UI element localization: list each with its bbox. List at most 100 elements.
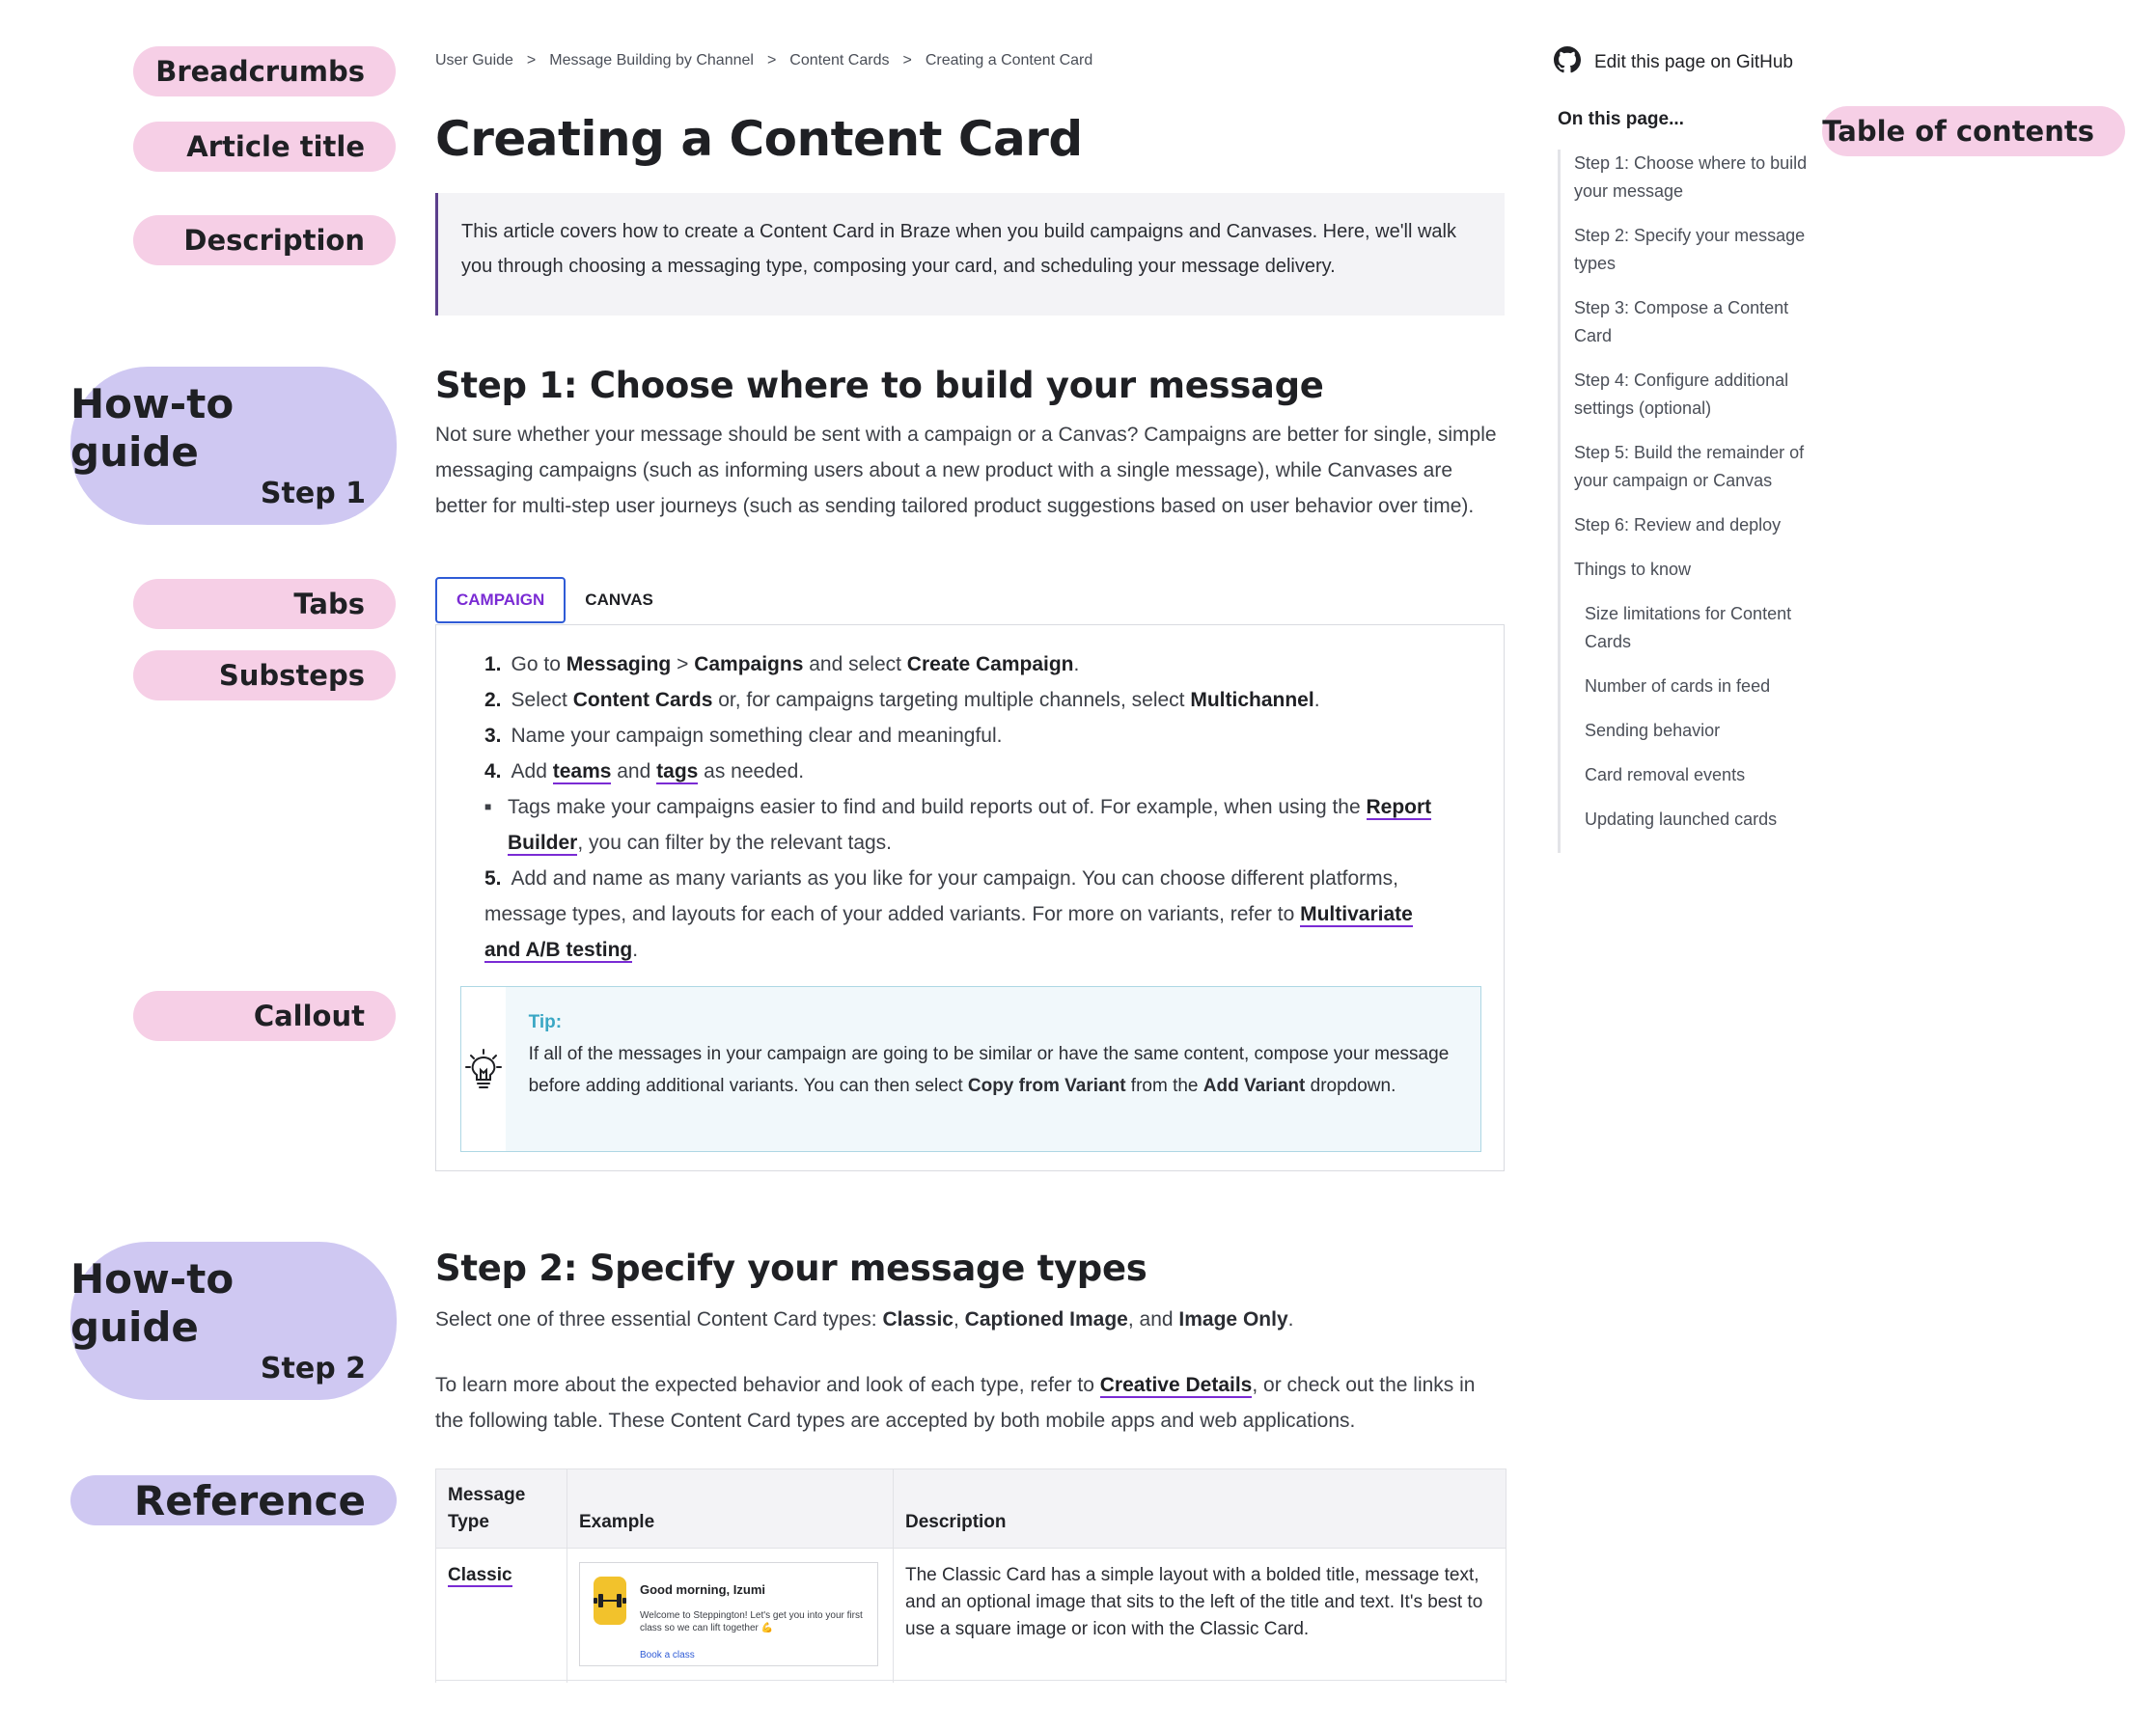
substep-item: 3. Name your campaign something clear and… (484, 718, 1450, 754)
creative-details-link[interactable]: Creative Details (1099, 1374, 1253, 1398)
breadcrumb-separator: > (902, 52, 912, 69)
example-text: Welcome to Steppington! Let's get you in… (640, 1610, 863, 1633)
table-cell: Good morning, Izumi Welcome to Steppingt… (567, 1548, 894, 1681)
tab-bar: CAMPAIGN CANVAS (435, 577, 673, 623)
tip-callout: Tip: If all of the messages in your camp… (460, 986, 1481, 1152)
text: Tags make your campaigns easier to find … (508, 796, 1367, 818)
text: . (1287, 1308, 1294, 1331)
annotation-substeps: Substeps (133, 650, 396, 700)
table-cell: The Classic Card has a simple layout wit… (893, 1548, 1506, 1681)
text: , and (1127, 1308, 1179, 1331)
toc-item-step2[interactable]: Step 2: Specify your message types (1574, 222, 1810, 278)
annotation-label: Substeps (218, 659, 365, 692)
tags-link[interactable]: tags (656, 760, 699, 784)
toc-item-step3[interactable]: Step 3: Compose a Content Card (1574, 294, 1810, 350)
bullet-text: Tags make your campaigns easier to find … (508, 789, 1450, 861)
annotation-article-title: Article title (133, 122, 396, 172)
substep-item: 2. Select Content Cards or, for campaigns… (484, 682, 1450, 718)
text: Add and name as many variants as you lik… (484, 867, 1398, 925)
substep-item: 1. Go to Messaging > Campaigns and select… (484, 646, 1450, 682)
annotation-label: Table of contents (1822, 115, 2094, 148)
edit-on-github-link[interactable]: Edit this page on GitHub (1554, 46, 1793, 79)
text: Select one of three essential Content Ca… (435, 1308, 883, 1331)
substep-item: 4. Add teams and tags as needed. (484, 754, 1450, 789)
substep-number: 5. (484, 867, 502, 890)
text: dropdown. (1305, 1076, 1396, 1096)
substep-item: 5. Add and name as many variants as you l… (484, 861, 1450, 968)
breadcrumb-item[interactable]: Message Building by Channel (549, 52, 754, 69)
annotation-label: Article title (186, 130, 365, 163)
substep-number: 1. (484, 653, 502, 675)
teams-link[interactable]: teams (552, 760, 612, 784)
text: . (632, 939, 639, 961)
annotation-label: Description (183, 224, 365, 257)
tip-body: Tip: If all of the messages in your camp… (506, 987, 1480, 1151)
page-root: Breadcrumbs Article title Description Ho… (0, 0, 2156, 1729)
ui-term: Messaging (566, 653, 672, 675)
ui-term: Copy from Variant (967, 1076, 1126, 1096)
table-row (435, 1680, 1506, 1683)
text: as needed. (698, 760, 805, 782)
example-link: Book a class (640, 1650, 695, 1660)
text: , you can filter by the relevant tags. (577, 832, 893, 854)
step1-heading: Step 1: Choose where to build your messa… (435, 365, 1324, 406)
toc-heading: On this page... (1558, 109, 1684, 129)
annotation-reference: Reference (70, 1475, 397, 1525)
substep-number: 3. (484, 725, 502, 747)
dumbbell-icon (594, 1577, 626, 1625)
text: or, for campaigns targeting multiple cha… (712, 689, 1191, 711)
example-card: Good morning, Izumi Welcome to Steppingt… (579, 1562, 878, 1666)
text: . (1073, 653, 1080, 675)
toc-item-step4[interactable]: Step 4: Configure additional settings (o… (1574, 367, 1810, 423)
ui-term: Add Variant (1202, 1076, 1306, 1096)
ui-term: Classic (882, 1308, 954, 1331)
table-header-row: Message Type Example Description (435, 1468, 1506, 1549)
toc-item-step5[interactable]: Step 5: Build the remainder of your camp… (1574, 439, 1810, 495)
tab-panel: 1. Go to Messaging > Campaigns and select… (435, 624, 1505, 1171)
annotation-sublabel: Step 2 (260, 1352, 366, 1386)
substeps-list: 1. Go to Messaging > Campaigns and select… (484, 646, 1450, 968)
ui-term: Create Campaign (906, 653, 1074, 675)
annotation-howto-step1: How-to guide Step 1 (70, 367, 397, 525)
github-icon (1554, 46, 1581, 79)
breadcrumb-separator: > (766, 52, 777, 69)
tip-text: If all of the messages in your campaign … (529, 1038, 1457, 1102)
text: To learn more about the expected behavio… (435, 1374, 1100, 1396)
tab-campaign[interactable]: CAMPAIGN (435, 577, 567, 623)
annotation-label: How-to guide (70, 1254, 235, 1351)
tab-canvas[interactable]: CANVAS (566, 577, 673, 623)
step1-intro: Not sure whether your message should be … (435, 424, 1497, 517)
annotation-label: Tabs (293, 588, 365, 620)
annotation-label: Callout (253, 1000, 365, 1032)
toc-item-card-removal[interactable]: Card removal events (1574, 761, 1810, 789)
breadcrumb-item[interactable]: User Guide (435, 52, 513, 69)
toc-item-step6[interactable]: Step 6: Review and deploy (1574, 511, 1810, 539)
breadcrumb: User Guide > Message Building by Channel… (435, 52, 1092, 69)
table-cell (893, 1680, 1506, 1683)
table-of-contents: Step 1: Choose where to build your messa… (1558, 150, 1810, 853)
example-content: Good morning, Izumi Welcome to Steppingt… (640, 1577, 864, 1660)
ui-term: Campaigns (694, 653, 804, 675)
classic-link[interactable]: Classic (448, 1565, 512, 1587)
substep-number: 4. (484, 760, 502, 782)
text: > (671, 653, 695, 675)
annotation-callout: Callout (133, 991, 396, 1041)
toc-item-things-to-know[interactable]: Things to know (1574, 556, 1810, 584)
text: from the (1125, 1076, 1203, 1096)
column-header: Message Type (435, 1468, 567, 1549)
table-cell (435, 1680, 567, 1683)
breadcrumb-item[interactable]: Content Cards (789, 52, 889, 69)
toc-item-sending-behavior[interactable]: Sending behavior (1574, 717, 1810, 745)
ui-term: Image Only (1178, 1308, 1288, 1331)
annotation-howto-step2: How-to guide Step 2 (70, 1242, 397, 1400)
toc-item-size-limitations[interactable]: Size limitations for Content Cards (1574, 600, 1810, 656)
github-label: Edit this page on GitHub (1594, 52, 1793, 72)
annotation-tabs: Tabs (133, 579, 396, 629)
toc-item-cards-in-feed[interactable]: Number of cards in feed (1574, 672, 1810, 700)
annotation-label: Breadcrumbs (155, 55, 365, 88)
column-header: Description (893, 1468, 1506, 1549)
substep-number: 2. (484, 689, 502, 711)
toc-item-updating-cards[interactable]: Updating launched cards (1574, 806, 1810, 834)
lightbulb-icon (461, 987, 506, 1151)
toc-item-step1[interactable]: Step 1: Choose where to build your messa… (1574, 150, 1810, 206)
